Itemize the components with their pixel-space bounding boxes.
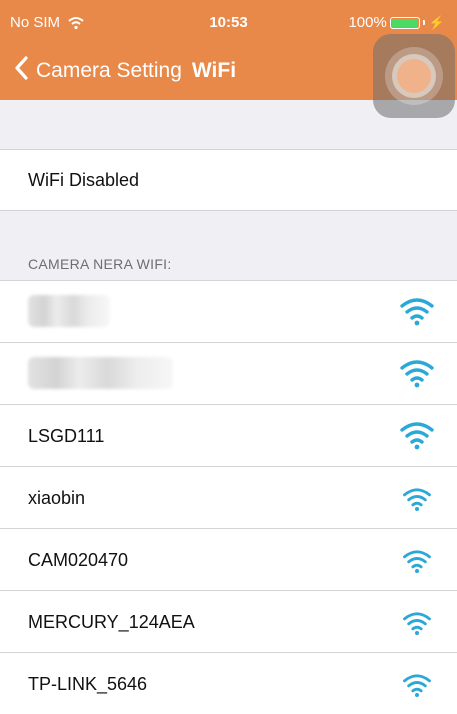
battery-indicator: 100% ⚡ (348, 14, 445, 31)
network-row[interactable]: LSGD111 (0, 404, 457, 466)
network-row[interactable]: MERCURY_124AEA (0, 590, 457, 652)
network-row[interactable] (0, 280, 457, 342)
wifi-status-label: WiFi Disabled (28, 170, 140, 190)
section-header: CAMERA NERA WIFI: (28, 256, 172, 272)
page-title: WiFi (191, 59, 237, 82)
wifi-signal-icon (400, 298, 434, 326)
network-name: MERCURY_124AEA (28, 612, 195, 632)
wifi-signal-icon (400, 422, 434, 450)
network-row[interactable]: CAM020470 (0, 528, 457, 590)
battery-icon (389, 16, 420, 29)
wifi-signal-icon (403, 674, 431, 697)
status-bar: No SIM 10:53 100% ⚡ (0, 14, 457, 36)
redacted-network-name (28, 295, 110, 327)
wifi-status-row[interactable]: WiFi Disabled (0, 150, 457, 210)
network-row[interactable]: xiaobin (0, 466, 457, 528)
wifi-signal-icon (400, 360, 434, 388)
network-list: LSGD111 xiaobin CAM020470 MERCURY_124AEA TP-… (0, 280, 457, 714)
divider (0, 210, 457, 211)
chevron-left-icon[interactable] (14, 56, 28, 86)
back-button[interactable]: Camera Setting (36, 59, 182, 83)
charging-bolt-icon: ⚡ (428, 14, 445, 30)
wifi-signal-icon (403, 488, 431, 511)
network-name: xiaobin (28, 488, 86, 508)
network-name: TP-LINK_5646 (28, 674, 148, 694)
network-row[interactable] (0, 342, 457, 404)
navigation-bar: Camera Setting WiFi (14, 56, 236, 86)
network-name: LSGD111 (28, 426, 105, 446)
network-name: CAM020470 (28, 550, 129, 570)
wifi-signal-icon (403, 612, 431, 635)
assistive-touch-button[interactable] (373, 34, 455, 118)
redacted-network-name (28, 357, 173, 389)
wifi-signal-icon (403, 550, 431, 573)
network-row[interactable]: TP-LINK_5646 (0, 652, 457, 714)
